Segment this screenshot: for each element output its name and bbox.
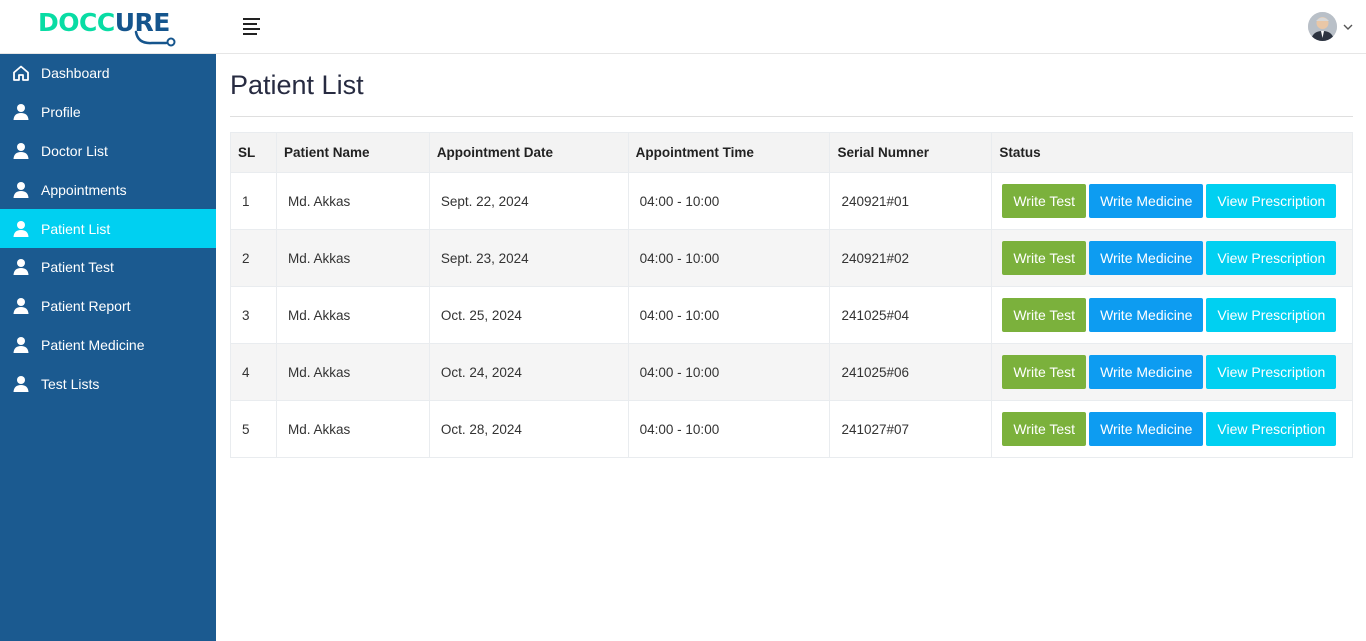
sidebar-item-doctor-list[interactable]: Doctor List [0,132,216,171]
write-medicine-button[interactable]: Write Medicine [1089,241,1204,275]
stethoscope-icon [134,30,176,47]
cell-serial-number: 240921#02 [829,229,993,287]
doccure-logo[interactable]: DOCCURE [38,8,176,48]
sidebar-item-label: Test Lists [41,375,100,392]
cell-status: Write Test Write Medicine View Prescriptio… [991,400,1353,458]
sidebar-item-patient-report[interactable]: Patient Report [0,287,216,326]
cell-appointment-time: 04:00 - 10:00 [627,172,831,230]
column-header-serial-number: Serial Numner [829,132,993,173]
title-divider [230,116,1353,117]
view-prescription-button[interactable]: View Prescription [1206,298,1337,332]
cell-appointment-date: Oct. 24, 2024 [428,343,629,401]
column-header-patient-name: Patient Name [275,132,430,173]
cell-serial-number: 241027#07 [829,400,993,458]
table-row: 5 Md. Akkas Oct. 28, 2024 04:00 - 10:00 … [230,400,1353,458]
write-test-button[interactable]: Write Test [1002,412,1087,446]
table-row: 4 Md. Akkas Oct. 24, 2024 04:00 - 10:00 … [230,343,1353,401]
cell-sl: 4 [230,343,277,401]
cell-sl: 1 [230,172,277,230]
sidebar-item-test-lists[interactable]: Test Lists [0,364,216,403]
table-row: 2 Md. Akkas Sept. 23, 2024 04:00 - 10:00… [230,229,1353,287]
main-content: Patient List SL Patient Name Appointment… [230,54,1353,458]
cell-appointment-date: Oct. 25, 2024 [428,286,629,344]
view-prescription-button[interactable]: View Prescription [1206,184,1337,218]
sidebar: Dashboard Profile Doctor List Appointmen… [0,54,216,641]
user-icon [12,103,30,121]
home-icon [12,64,30,82]
hamburger-icon[interactable] [243,18,263,36]
write-medicine-button[interactable]: Write Medicine [1089,355,1204,389]
column-header-status: Status [991,132,1353,173]
sidebar-item-dashboard[interactable]: Dashboard [0,54,216,93]
write-medicine-button[interactable]: Write Medicine [1089,412,1204,446]
cell-serial-number: 240921#01 [829,172,993,230]
cell-status: Write Test Write Medicine View Prescriptio… [991,343,1353,401]
sidebar-item-patient-list[interactable]: Patient List [0,209,216,248]
view-prescription-button[interactable]: View Prescription [1206,412,1337,446]
user-icon [12,336,30,354]
cell-appointment-time: 04:00 - 10:00 [627,229,831,287]
sidebar-item-label: Dashboard [41,65,110,82]
sidebar-item-label: Doctor List [41,142,108,159]
cell-sl: 2 [230,229,277,287]
cell-appointment-date: Sept. 23, 2024 [428,229,629,287]
write-test-button[interactable]: Write Test [1002,241,1087,275]
sidebar-item-profile[interactable]: Profile [0,93,216,132]
cell-sl: 5 [230,400,277,458]
view-prescription-button[interactable]: View Prescription [1206,241,1337,275]
cell-status: Write Test Write Medicine View Prescriptio… [991,172,1353,230]
sidebar-item-label: Patient List [41,220,111,237]
user-icon [12,220,30,238]
user-menu[interactable] [1308,12,1354,41]
user-icon [12,181,30,199]
sidebar-item-label: Patient Report [41,298,131,315]
user-avatar[interactable] [1308,12,1337,41]
cell-patient-name: Md. Akkas [275,400,430,458]
cell-appointment-date: Sept. 22, 2024 [428,172,629,230]
chevron-down-icon[interactable] [1342,21,1354,33]
sidebar-item-label: Patient Medicine [41,336,145,353]
sidebar-item-label: Appointments [41,181,127,198]
cell-patient-name: Md. Akkas [275,343,430,401]
write-medicine-button[interactable]: Write Medicine [1089,298,1204,332]
patient-table: SL Patient Name Appointment Date Appoint… [230,132,1353,458]
cell-sl: 3 [230,286,277,344]
write-test-button[interactable]: Write Test [1002,298,1087,332]
cell-appointment-time: 04:00 - 10:00 [627,286,831,344]
write-medicine-button[interactable]: Write Medicine [1089,184,1204,218]
column-header-appointment-date: Appointment Date [428,132,629,173]
page-title: Patient List [230,70,364,100]
cell-patient-name: Md. Akkas [275,172,430,230]
table-header-row: SL Patient Name Appointment Date Appoint… [230,132,1353,173]
cell-appointment-time: 04:00 - 10:00 [627,343,831,401]
cell-appointment-date: Oct. 28, 2024 [428,400,629,458]
cell-patient-name: Md. Akkas [275,229,430,287]
sidebar-item-label: Profile [41,104,81,121]
top-header: DOCCURE [0,0,1366,54]
user-icon [12,375,30,393]
user-icon [12,258,30,276]
cell-serial-number: 241025#06 [829,343,993,401]
sidebar-item-patient-test[interactable]: Patient Test [0,248,216,287]
logo-text-left: DOCC [38,8,115,37]
write-test-button[interactable]: Write Test [1002,184,1087,218]
table-row: 1 Md. Akkas Sept. 22, 2024 04:00 - 10:00… [230,172,1353,230]
write-test-button[interactable]: Write Test [1002,355,1087,389]
sidebar-item-patient-medicine[interactable]: Patient Medicine [0,326,216,365]
cell-appointment-time: 04:00 - 10:00 [627,400,831,458]
user-icon [12,297,30,315]
cell-patient-name: Md. Akkas [275,286,430,344]
user-icon [12,142,30,160]
sidebar-item-appointments[interactable]: Appointments [0,170,216,209]
column-header-sl: SL [230,132,277,173]
column-header-appointment-time: Appointment Time [627,132,831,173]
sidebar-item-label: Patient Test [41,259,114,276]
cell-serial-number: 241025#04 [829,286,993,344]
cell-status: Write Test Write Medicine View Prescriptio… [991,286,1353,344]
table-row: 3 Md. Akkas Oct. 25, 2024 04:00 - 10:00 … [230,286,1353,344]
view-prescription-button[interactable]: View Prescription [1206,355,1337,389]
cell-status: Write Test Write Medicine View Prescriptio… [991,229,1353,287]
